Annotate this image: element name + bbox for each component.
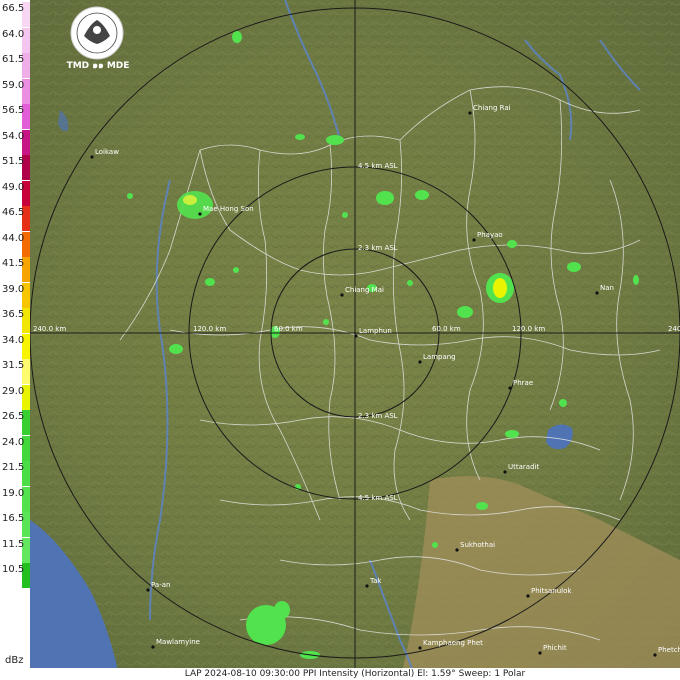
city-marker xyxy=(455,548,459,552)
status-bar: LAP 2024-08-10 09:30:00 PPI Intensity (H… xyxy=(30,668,680,680)
city-label: Lampang xyxy=(423,353,456,361)
city-label: Mae Hong Son xyxy=(203,205,254,213)
city-marker xyxy=(90,155,94,159)
echo xyxy=(342,212,348,218)
echo xyxy=(274,601,290,619)
ring-label: 120.0 km xyxy=(193,325,226,333)
echo xyxy=(432,542,438,548)
city-marker xyxy=(503,470,507,474)
legend-label: 10.5 xyxy=(2,564,25,575)
echo xyxy=(376,191,394,205)
city-marker xyxy=(365,584,369,588)
echo xyxy=(326,135,344,145)
echo xyxy=(476,502,488,510)
ring-label: 240.0 km xyxy=(33,325,66,333)
city-label: Loikaw xyxy=(95,148,119,156)
echo xyxy=(505,430,519,438)
legend-label: 21.5 xyxy=(2,462,25,473)
legend-label: 54.0 xyxy=(2,130,25,142)
logo-caption: TMD ๑๑ MDE xyxy=(66,61,130,71)
echo xyxy=(415,190,429,200)
echo xyxy=(127,193,133,199)
city-marker xyxy=(151,645,155,649)
city-label: Phitsanulok xyxy=(531,587,572,595)
legend-label: 61.5 xyxy=(2,54,25,65)
legend-label: 51.5 xyxy=(2,156,25,167)
ring-label: 240 xyxy=(668,325,680,333)
legend-label: 49.0 xyxy=(2,181,25,193)
echo xyxy=(407,280,413,286)
city-marker xyxy=(354,334,358,338)
city-label: Phichit xyxy=(543,644,567,652)
echo xyxy=(183,195,197,205)
echo xyxy=(493,278,507,298)
legend-label: 64.0 xyxy=(2,28,25,40)
legend-label: 66.5 xyxy=(2,3,25,14)
city-marker xyxy=(418,360,422,364)
city-label: Nan xyxy=(600,284,614,292)
city-label: Kamphaeng Phet xyxy=(423,639,483,647)
legend-label: 29.0 xyxy=(2,385,25,397)
city-label: Mawlamyine xyxy=(156,638,200,646)
city-label: Phayao xyxy=(477,231,503,239)
legend-label: 36.5 xyxy=(2,309,25,320)
legend-label: 44.0 xyxy=(2,232,25,244)
radar-map[interactable]: 4.5 km ASL 2.3 km ASL 2.3 km ASL 4.5 km … xyxy=(0,0,680,680)
echo xyxy=(232,31,242,43)
city-marker xyxy=(146,588,150,592)
ring-label: 4.5 km ASL xyxy=(358,162,398,170)
city-marker xyxy=(595,291,599,295)
legend-label: 19.0 xyxy=(2,487,25,499)
legend-unit: dBz xyxy=(5,655,24,666)
legend-label: 16.5 xyxy=(2,513,25,524)
legend-label: 46.5 xyxy=(2,207,25,218)
city-marker xyxy=(418,646,422,650)
city-marker xyxy=(472,238,476,242)
legend-label: 26.5 xyxy=(2,411,25,422)
city-label: Tak xyxy=(369,577,382,585)
legend-label: 41.5 xyxy=(2,258,25,269)
ring-label: 4.5 km ASL xyxy=(358,494,398,502)
city-label: Phrae xyxy=(513,379,533,387)
city-label: Phetchabun xyxy=(658,646,680,654)
echo xyxy=(295,134,305,140)
city-label: Chiang Mai xyxy=(345,286,384,294)
legend-label: 31.5 xyxy=(2,360,25,371)
dbz-legend: 66.5 64.0 61.5 59.0 56.5 54.0 51.5 49.0 46.5 44.0… xyxy=(0,0,30,680)
echo xyxy=(169,344,183,354)
city-label: Lamphun xyxy=(359,327,392,335)
city-marker xyxy=(526,594,530,598)
legend-label: 56.5 xyxy=(2,105,25,116)
echo xyxy=(233,267,239,273)
city-label: Sukhothai xyxy=(460,541,495,549)
echo xyxy=(633,275,639,285)
city-marker xyxy=(508,386,512,390)
city-marker xyxy=(538,651,542,655)
city-label: Chiang Rai xyxy=(473,104,511,112)
ring-label: 60.0 km xyxy=(432,325,461,333)
legend-label: 39.0 xyxy=(2,283,25,295)
legend-label: 59.0 xyxy=(2,79,25,91)
ring-label: 2.3 km ASL xyxy=(358,244,398,252)
city-label: Uttaradit xyxy=(508,463,539,471)
city-marker xyxy=(198,212,202,216)
legend-label: 34.0 xyxy=(2,334,25,346)
legend-label: 11.5 xyxy=(2,538,25,550)
echo xyxy=(205,278,215,286)
city-marker xyxy=(340,293,344,297)
echo xyxy=(567,262,581,272)
echo xyxy=(457,306,473,318)
echo xyxy=(323,319,329,325)
city-marker xyxy=(653,653,657,657)
echo xyxy=(559,399,567,407)
ring-label: 60.0 km xyxy=(274,325,303,333)
ring-label: 120.0 km xyxy=(512,325,545,333)
city-label: Pa-an xyxy=(151,581,170,589)
echo xyxy=(507,240,517,248)
legend-label: 24.0 xyxy=(2,436,25,448)
tmd-logo xyxy=(70,6,124,60)
ring-label: 2.3 km ASL xyxy=(358,412,398,420)
city-marker xyxy=(468,111,472,115)
